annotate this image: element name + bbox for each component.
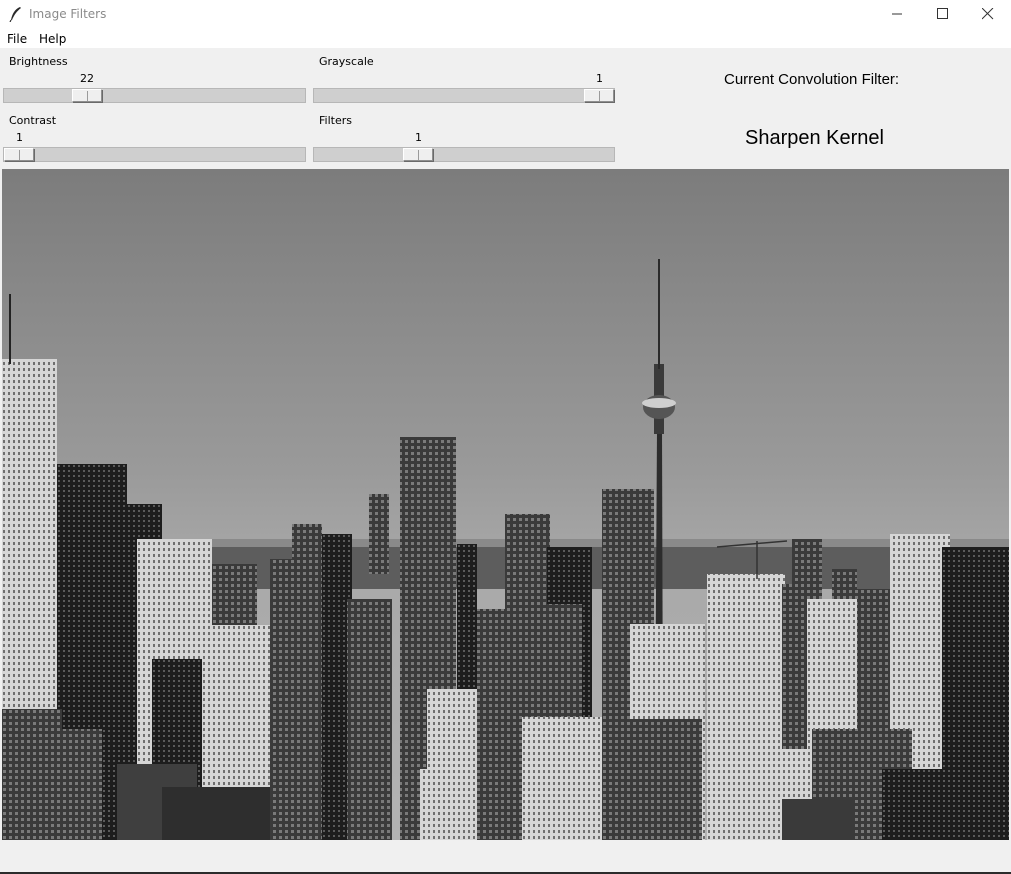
- image-canvas: [2, 169, 1009, 840]
- grayscale-slider-thumb[interactable]: [584, 89, 614, 102]
- minimize-button[interactable]: [875, 0, 921, 29]
- brightness-value: 22: [80, 72, 94, 85]
- convolution-filter-caption: Current Convolution Filter:: [724, 71, 900, 88]
- filters-value: 1: [415, 131, 422, 144]
- convolution-filter-name: Sharpen Kernel: [745, 127, 884, 149]
- grayscale-label: Grayscale: [319, 55, 374, 68]
- status-bar: [0, 840, 1011, 872]
- maximize-button[interactable]: [920, 0, 966, 29]
- filters-slider-thumb[interactable]: [403, 148, 433, 161]
- grayscale-value: 1: [596, 72, 603, 85]
- menu-bar: File Help: [0, 29, 1011, 48]
- feather-icon: [9, 6, 23, 23]
- minimize-icon: [892, 13, 902, 15]
- close-button[interactable]: [965, 0, 1011, 29]
- city-skyline-image: [2, 169, 1009, 840]
- filters-label: Filters: [319, 114, 352, 127]
- menu-help[interactable]: Help: [39, 32, 66, 46]
- filters-slider[interactable]: [313, 147, 615, 162]
- contrast-label: Contrast: [9, 114, 57, 127]
- window-title: Image Filters: [29, 7, 107, 21]
- brightness-label: Brightness: [9, 55, 68, 68]
- maximize-icon: [937, 8, 948, 19]
- grayscale-slider[interactable]: [313, 88, 615, 103]
- controls-panel: Brightness 22 Grayscale 1 Contrast 1 Fil…: [0, 48, 1011, 169]
- close-icon: [982, 8, 994, 20]
- brightness-slider-thumb[interactable]: [72, 89, 102, 102]
- title-bar: Image Filters: [0, 0, 1011, 29]
- contrast-slider-thumb[interactable]: [4, 148, 34, 161]
- contrast-slider[interactable]: [3, 147, 306, 162]
- brightness-slider[interactable]: [3, 88, 306, 103]
- menu-file[interactable]: File: [7, 32, 27, 46]
- contrast-value: 1: [16, 131, 23, 144]
